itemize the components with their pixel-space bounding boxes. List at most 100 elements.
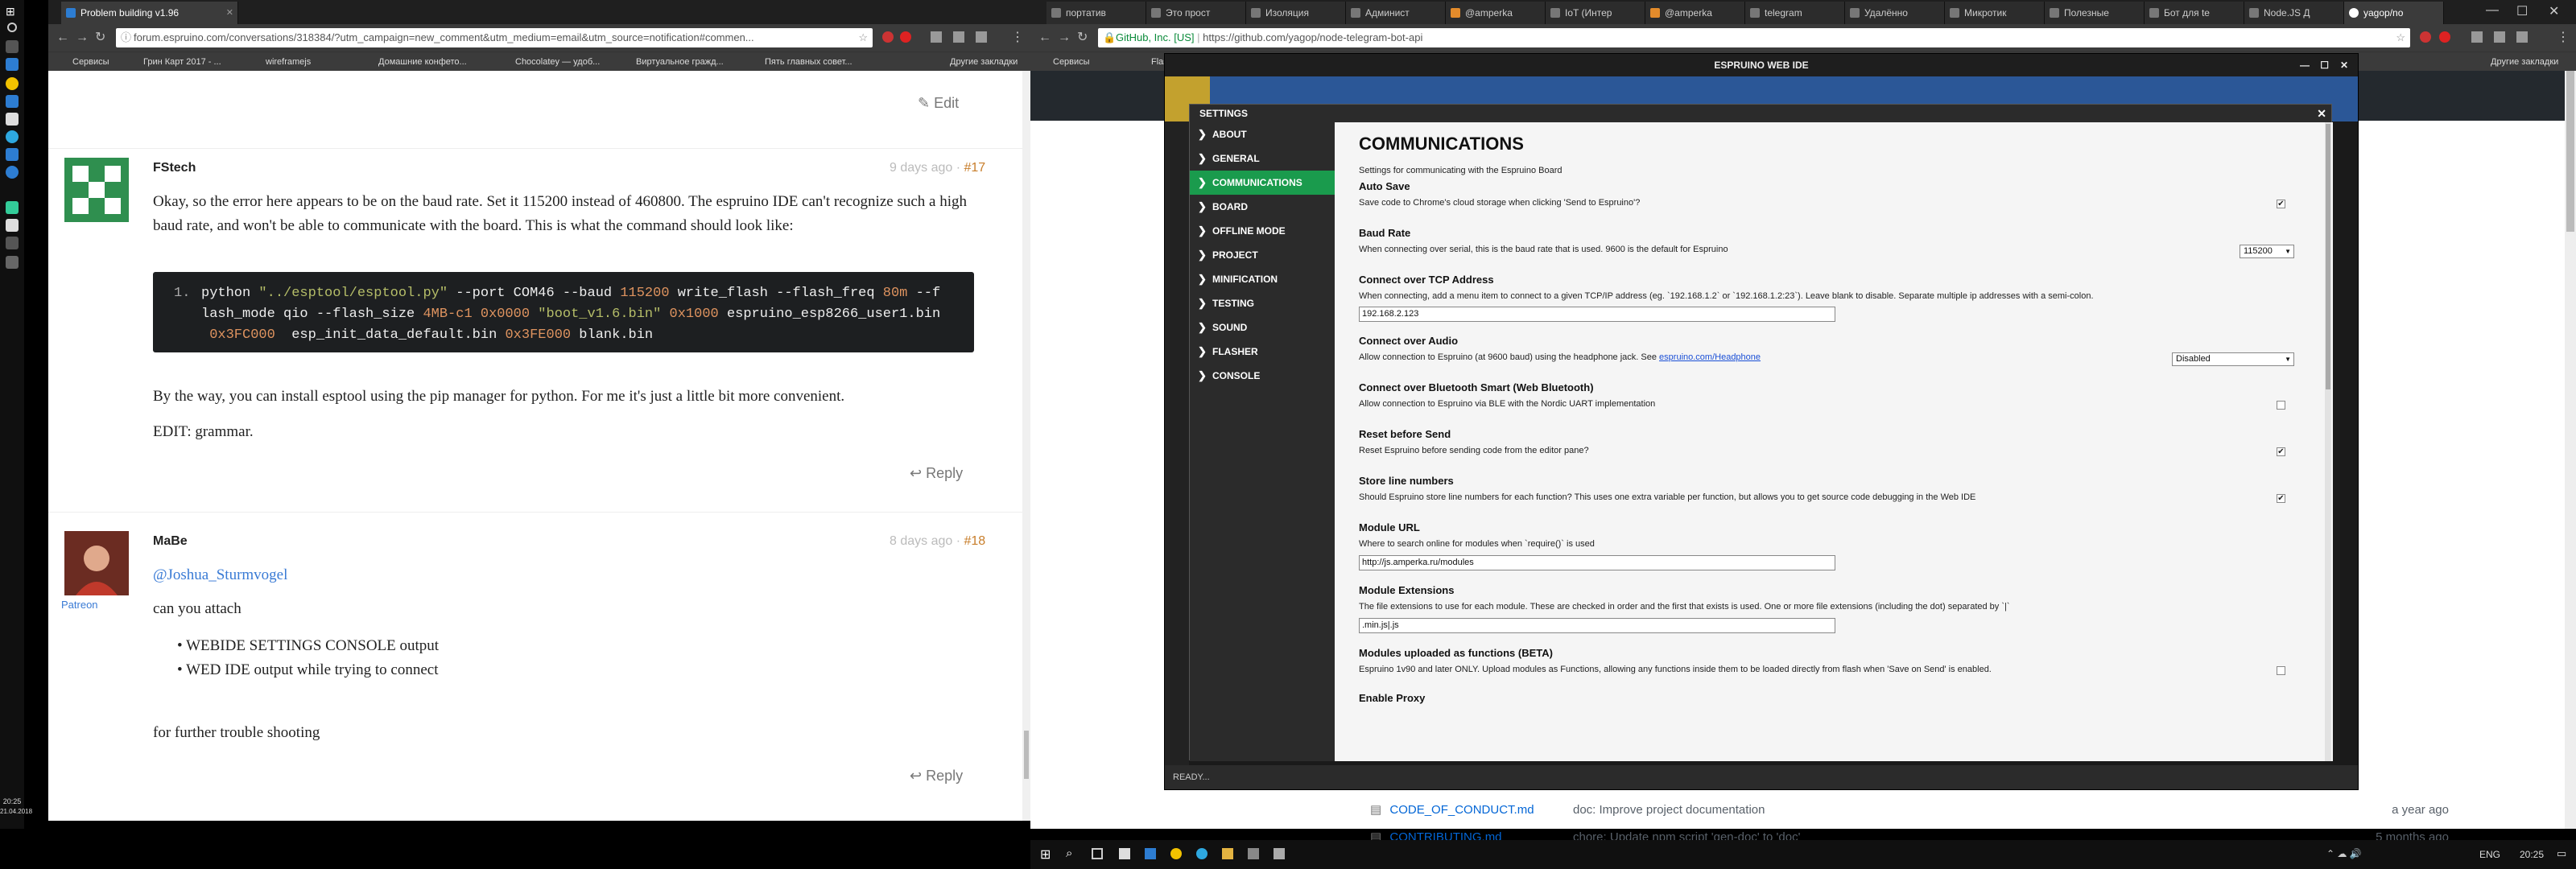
- taskbar-time[interactable]: 20:25: [2520, 849, 2544, 860]
- post-author[interactable]: MaBe: [153, 534, 188, 549]
- bookmark-item[interactable]: Грин Карт 2017 - ...: [143, 52, 221, 72]
- bookmark-item[interactable]: Пять главных совет...: [765, 52, 852, 72]
- headphone-link[interactable]: espruino.com/Headphone: [1659, 352, 1761, 362]
- tab[interactable]: Микротик: [1945, 2, 2045, 24]
- tab[interactable]: Изоляция: [1246, 2, 1346, 24]
- settings-nav-general[interactable]: ❯ GENERAL: [1190, 146, 1335, 171]
- menu-icon[interactable]: ⋮: [2557, 29, 2570, 45]
- bluetooth-checkbox[interactable]: [2277, 401, 2285, 410]
- extension-icon[interactable]: [900, 31, 911, 43]
- tab[interactable]: Админист: [1346, 2, 1446, 24]
- extension-icon[interactable]: [976, 31, 987, 43]
- close-tab-icon[interactable]: ✕: [226, 2, 233, 24]
- reload-icon[interactable]: ↻: [1077, 31, 1088, 45]
- post-number[interactable]: #17: [964, 161, 986, 175]
- windows-start-icon[interactable]: ⊞: [1040, 846, 1051, 863]
- settings-nav-offline-mode[interactable]: ❯ OFFLINE MODE: [1190, 219, 1335, 243]
- forward-icon[interactable]: →: [76, 31, 89, 45]
- back-icon[interactable]: ←: [1038, 31, 1051, 45]
- back-icon[interactable]: ←: [56, 31, 69, 45]
- settings-nav-board[interactable]: ❯ BOARD: [1190, 195, 1335, 219]
- module-url-input[interactable]: http://js.amperka.ru/modules: [1359, 555, 1835, 570]
- tab[interactable]: IoT (Интер: [1546, 2, 1645, 24]
- menu-icon[interactable]: ⋮: [1011, 29, 1024, 45]
- maximize-icon[interactable]: ☐: [2320, 54, 2329, 76]
- app-icon[interactable]: [6, 166, 19, 179]
- file-name[interactable]: CODE_OF_CONDUCT.md: [1389, 803, 1534, 817]
- settings-nav-console[interactable]: ❯ CONSOLE: [1190, 364, 1335, 388]
- language-indicator[interactable]: ENG: [2479, 849, 2500, 860]
- app-icon[interactable]: [6, 113, 19, 126]
- file-explorer-icon[interactable]: [6, 58, 19, 71]
- tab[interactable]: портатив: [1046, 2, 1146, 24]
- app-icon[interactable]: [6, 95, 19, 108]
- scroll-thumb[interactable]: [2326, 124, 2330, 389]
- tab[interactable]: Полезные: [2045, 2, 2145, 24]
- commit-message[interactable]: doc: Improve project documentation: [1573, 800, 1765, 821]
- maximize-icon[interactable]: ☐: [2516, 3, 2528, 19]
- bookmark-item[interactable]: wireframejs: [266, 52, 311, 72]
- bookmark-item[interactable]: Сервисы: [1053, 52, 1090, 72]
- app-icon[interactable]: [6, 130, 19, 143]
- windows-start-icon[interactable]: ⊞: [6, 5, 19, 18]
- extension-icon[interactable]: [953, 31, 964, 43]
- extension-icon[interactable]: [2494, 31, 2505, 43]
- telegram-icon[interactable]: [1196, 848, 1208, 859]
- settings-nav-testing[interactable]: ❯ TESTING: [1190, 291, 1335, 315]
- audio-select[interactable]: Disabled ▼: [2172, 352, 2294, 366]
- extension-icon[interactable]: [2420, 31, 2431, 43]
- tab[interactable]: Это прост: [1146, 2, 1246, 24]
- app-icon[interactable]: [1248, 848, 1259, 859]
- post-author[interactable]: FStech: [153, 161, 196, 175]
- reload-icon[interactable]: ↻: [95, 31, 105, 45]
- app-icon[interactable]: [1145, 848, 1156, 859]
- reply-button[interactable]: ↩ Reply: [910, 768, 963, 785]
- tcp-address-input[interactable]: 192.168.2.123: [1359, 307, 1835, 322]
- minimize-icon[interactable]: —: [2300, 54, 2310, 76]
- mention-link[interactable]: @Joshua_Sturmvogel: [153, 563, 287, 587]
- bookmark-item[interactable]: Другие закладки: [2491, 52, 2558, 72]
- bookmark-item[interactable]: Домашние конфето...: [378, 52, 467, 72]
- settings-nav-project[interactable]: ❯ PROJECT: [1190, 243, 1335, 267]
- extension-icon[interactable]: [882, 31, 894, 43]
- bookmark-item[interactable]: Другие закладки: [950, 52, 1018, 72]
- app-icon[interactable]: [6, 148, 19, 161]
- app-icon[interactable]: [1119, 848, 1130, 859]
- tab[interactable]: telegram: [1745, 2, 1845, 24]
- forward-icon[interactable]: →: [1058, 31, 1071, 45]
- module-extensions-input[interactable]: .min.js|.js: [1359, 618, 1835, 633]
- chrome-icon[interactable]: [6, 77, 19, 90]
- reset-before-send-checkbox[interactable]: ✔: [2277, 447, 2285, 456]
- settings-nav-sound[interactable]: ❯ SOUND: [1190, 315, 1335, 340]
- reply-button[interactable]: ↩ Reply: [910, 465, 963, 482]
- settings-scrollbar[interactable]: [2325, 122, 2331, 761]
- modules-as-functions-checkbox[interactable]: [2277, 666, 2285, 675]
- close-window-icon[interactable]: ✕: [2340, 54, 2348, 76]
- file-row[interactable]: ▤ CODE_OF_CONDUCT.md doc: Improve projec…: [1370, 800, 2449, 821]
- settings-nav-minification[interactable]: ❯ MINIFICATION: [1190, 267, 1335, 291]
- url-field[interactable]: 🔒 GitHub, Inc. [US] | https://github.com…: [1098, 28, 2410, 47]
- bookmark-item[interactable]: Виртуальное гражд...: [636, 52, 724, 72]
- app-icon[interactable]: [1274, 848, 1285, 859]
- tab[interactable]: Удалённо: [1845, 2, 1945, 24]
- notification-icon[interactable]: ▭: [2557, 847, 2566, 860]
- tab[interactable]: @amperka: [1446, 2, 1546, 24]
- star-icon[interactable]: ☆: [858, 28, 868, 47]
- edit-link[interactable]: ✎ Edit: [918, 95, 959, 112]
- tab-forum[interactable]: Problem building v1.96 ✕: [61, 2, 238, 24]
- close-settings-icon[interactable]: ✕: [2317, 105, 2326, 122]
- app-icon[interactable]: [6, 237, 19, 249]
- patreon-badge[interactable]: Patreon: [61, 599, 98, 611]
- url-field[interactable]: ⓘ forum.espruino.com/conversations/31838…: [116, 28, 873, 47]
- close-window-icon[interactable]: ✕: [2549, 3, 2559, 19]
- app-icon[interactable]: [6, 256, 19, 269]
- settings-nav-about[interactable]: ❯ ABOUT: [1190, 122, 1335, 146]
- tab[interactable]: Node.JS Д: [2244, 2, 2344, 24]
- tab[interactable]: yagop/no: [2344, 2, 2444, 24]
- post-number[interactable]: #18: [964, 534, 986, 548]
- baud-rate-select[interactable]: 115200 ▼: [2240, 245, 2294, 258]
- settings-nav-communications[interactable]: ❯ COMMUNICATIONS: [1190, 171, 1343, 195]
- settings-nav-flasher[interactable]: ❯ FLASHER: [1190, 340, 1335, 364]
- star-icon[interactable]: ☆: [2396, 28, 2405, 47]
- bookmark-item[interactable]: Chocolatey — удоб...: [515, 52, 600, 72]
